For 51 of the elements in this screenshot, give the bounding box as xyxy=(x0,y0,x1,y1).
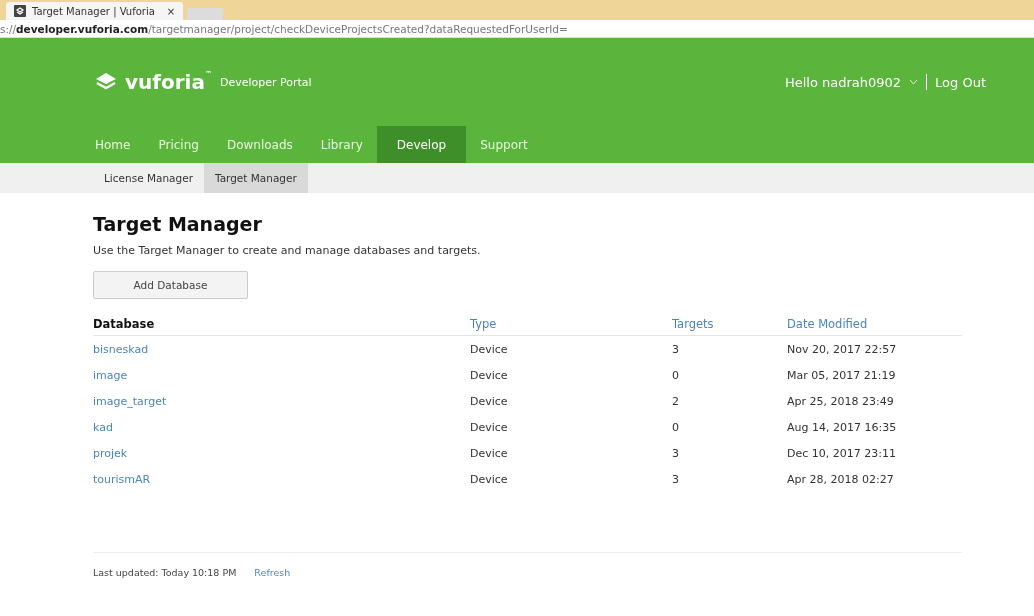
database-link[interactable]: tourismAR xyxy=(93,472,151,486)
column-header[interactable]: Targets xyxy=(672,313,787,336)
table-cell: Aug 14, 2017 16:35 xyxy=(787,420,897,434)
database-link[interactable]: projek xyxy=(93,446,128,460)
vuforia-logo-icon xyxy=(14,5,26,17)
database-link[interactable]: bisneskad xyxy=(93,342,149,356)
table-cell: 3 xyxy=(672,472,679,486)
table-cell: 2 xyxy=(672,394,679,408)
page-description: Use the Target Manager to create and manage databases and targets. xyxy=(93,244,482,257)
logo-icon xyxy=(95,72,117,92)
caret-icon[interactable] xyxy=(909,79,919,85)
table-cell: Device xyxy=(470,472,508,486)
table-cell: Dec 10, 2017 23:11 xyxy=(787,446,896,460)
new-tab-button[interactable] xyxy=(187,8,224,20)
add-database-button[interactable]: Add Database xyxy=(93,271,248,299)
table-cell: Mar 05, 2017 21:19 xyxy=(787,368,896,382)
browser-tab[interactable]: Target Manager | Vuforia × xyxy=(6,2,184,20)
table-cell: Device xyxy=(470,446,508,460)
refresh-link[interactable]: Refresh xyxy=(254,567,291,578)
subnav-tab[interactable]: Target Manager xyxy=(203,163,308,193)
nav-tab[interactable]: Library xyxy=(306,126,377,163)
table-cell: Apr 28, 2018 02:27 xyxy=(787,472,894,486)
table-cell: Device xyxy=(470,368,508,382)
table-cell: 3 xyxy=(672,446,679,460)
user-greeting[interactable]: Hello nadrah0902 xyxy=(784,74,902,90)
database-link[interactable]: kad xyxy=(93,420,113,434)
subnav-tab[interactable]: License Manager xyxy=(93,163,204,193)
table-cell: 0 xyxy=(672,420,679,434)
table-cell: 0 xyxy=(672,368,679,382)
database-link[interactable]: image_target xyxy=(93,394,167,408)
table-cell: Device xyxy=(470,342,508,356)
logout-link[interactable]: Log Out xyxy=(935,74,986,90)
page-title: Target Manager xyxy=(93,213,262,235)
nav-tab[interactable]: Downloads xyxy=(212,126,307,163)
last-updated-text: Last updated: Today 10:18 PM xyxy=(93,567,237,578)
nav-tab[interactable]: Support xyxy=(466,126,542,163)
nav-tab[interactable]: Home xyxy=(81,126,145,163)
tab-title: Target Manager | Vuforia xyxy=(32,5,155,17)
table-cell: Device xyxy=(470,420,508,434)
nav-tab[interactable]: Pricing xyxy=(144,126,213,163)
database-link[interactable]: image xyxy=(93,368,128,382)
table-cell: Device xyxy=(470,394,508,408)
nav-tab[interactable]: Develop xyxy=(376,126,467,163)
column-header[interactable]: Type xyxy=(470,313,672,336)
column-header[interactable]: Date Modified xyxy=(787,313,962,336)
portal-title: Developer Portal xyxy=(219,75,312,89)
close-icon[interactable]: × xyxy=(166,5,176,17)
column-header: Database xyxy=(93,313,470,336)
table-cell: Nov 20, 2017 22:57 xyxy=(787,342,897,356)
table-cell: 3 xyxy=(672,342,679,356)
table-cell: Apr 25, 2018 23:49 xyxy=(787,394,894,408)
